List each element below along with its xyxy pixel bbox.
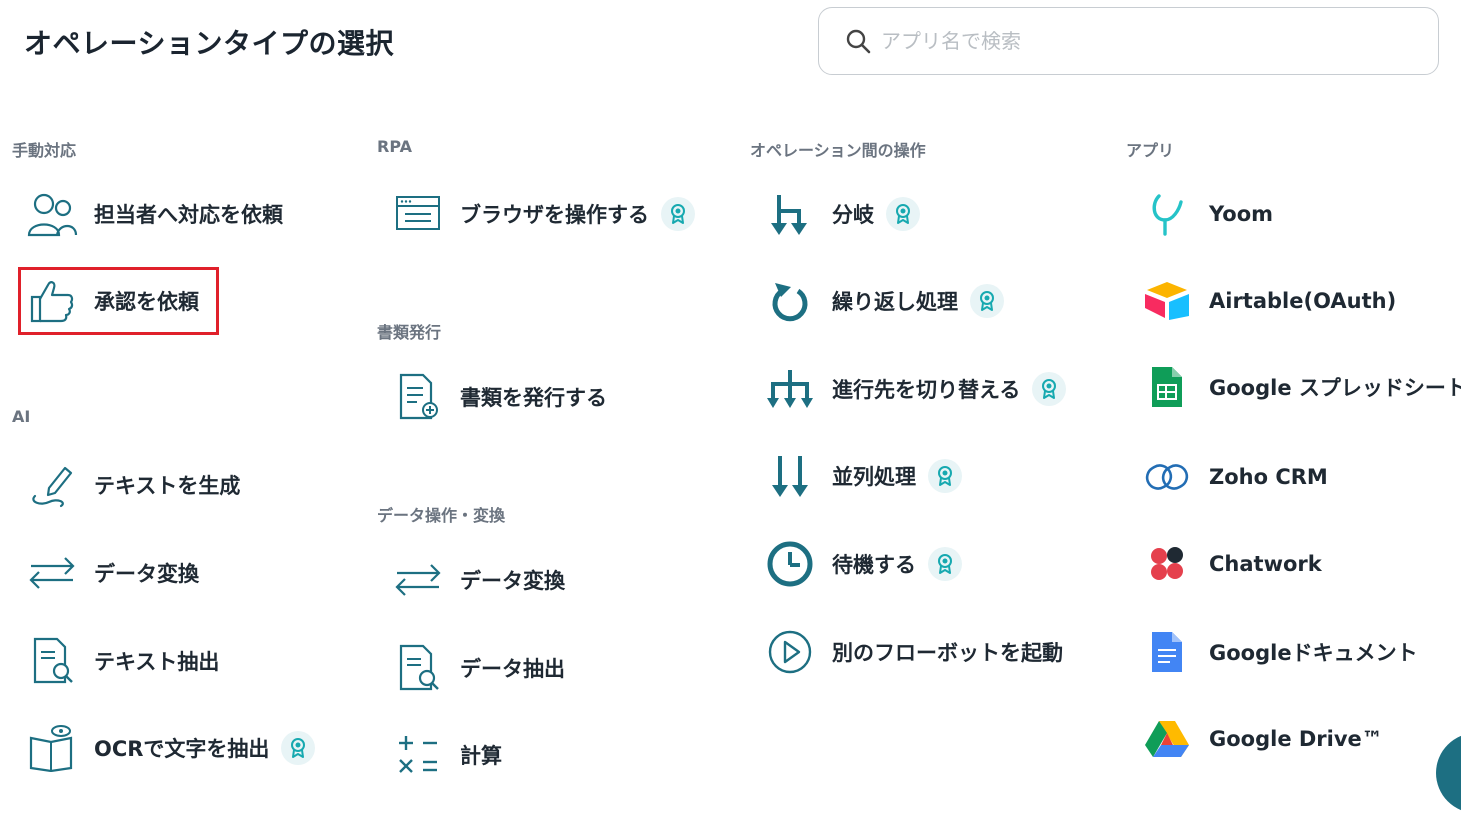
pen-icon	[24, 457, 80, 513]
op-extract-text[interactable]: テキスト抽出	[24, 631, 219, 691]
app-chatwork[interactable]: Chatwork	[1139, 534, 1322, 594]
parallel-arrows-icon	[762, 448, 818, 504]
op-switch-path[interactable]: 進行先を切り替える	[762, 359, 1067, 419]
app-label: Chatwork	[1209, 552, 1322, 576]
page-title: オペレーションタイプの選択	[24, 27, 394, 60]
section-label-between-ops: オペレーション間の操作	[750, 141, 926, 160]
search-box[interactable]	[818, 7, 1439, 75]
op-label: 進行先を切り替える	[832, 378, 1021, 402]
section-label-manual: 手動対応	[12, 141, 77, 160]
app-label: Google スプレッドシート	[1209, 376, 1461, 400]
app-label: Yoom	[1209, 202, 1274, 226]
op-label: 計算	[460, 744, 502, 768]
app-zoho-crm[interactable]: Zoho CRM	[1139, 447, 1328, 507]
app-airtable[interactable]: Airtable(OAuth)	[1139, 271, 1396, 331]
app-google-docs[interactable]: Googleドキュメント	[1139, 622, 1418, 682]
section-label-ai: AI	[12, 407, 31, 426]
op-label: 書類を発行する	[460, 386, 607, 410]
section-label-apps: アプリ	[1126, 141, 1175, 160]
op-label: 担当者へ対応を依頼	[94, 203, 283, 227]
search-input[interactable]	[879, 28, 1423, 54]
premium-badge-icon	[281, 731, 316, 765]
premium-badge-icon	[970, 284, 1004, 318]
app-google-drive[interactable]: Google Drive™	[1139, 709, 1383, 769]
op-ocr[interactable]: OCRで文字を抽出	[24, 718, 316, 778]
clock-icon	[762, 536, 818, 592]
swap-arrows-icon	[24, 545, 80, 601]
google-sheets-logo-icon	[1139, 359, 1195, 415]
premium-badge-icon	[886, 197, 920, 231]
op-label: テキストを生成	[94, 474, 241, 498]
book-eye-icon	[24, 720, 80, 776]
op-label: 待機する	[832, 553, 916, 577]
multi-branch-icon	[762, 361, 818, 417]
premium-badge-icon	[661, 197, 695, 231]
doc-search-icon	[24, 633, 80, 689]
op-start-flowbot[interactable]: 別のフローボットを起動	[762, 622, 1063, 682]
doc-add-icon	[390, 369, 446, 425]
thumbs-up-icon	[24, 273, 80, 329]
chat-support-button[interactable]	[1436, 733, 1461, 813]
op-calculate[interactable]: 計算	[390, 725, 502, 785]
app-label: Zoho CRM	[1209, 465, 1328, 489]
zoho-crm-logo-icon	[1139, 449, 1195, 505]
doc-search-icon	[390, 640, 446, 696]
users-icon	[24, 186, 80, 242]
op-branch[interactable]: 分岐	[762, 184, 920, 244]
premium-badge-icon	[928, 547, 962, 581]
premium-badge-icon	[928, 459, 962, 493]
op-data-convert[interactable]: データ変換	[390, 550, 565, 610]
op-generate-text[interactable]: テキストを生成	[24, 455, 240, 515]
google-docs-logo-icon	[1139, 624, 1195, 680]
op-loop[interactable]: 繰り返し処理	[762, 271, 1004, 331]
branch-icon	[762, 186, 818, 242]
op-label: 承認を依頼	[94, 290, 199, 314]
browser-window-icon	[390, 186, 446, 242]
op-label: 別のフローボットを起動	[832, 641, 1063, 665]
premium-badge-icon	[1032, 372, 1067, 406]
op-request-task[interactable]: 担当者へ対応を依頼	[24, 184, 283, 244]
section-label-docs: 書類発行	[377, 323, 442, 342]
op-data-extract[interactable]: データ抽出	[390, 638, 565, 698]
app-label: Google Drive™	[1209, 727, 1383, 751]
loop-icon	[762, 273, 818, 329]
op-label: 繰り返し処理	[832, 290, 958, 314]
op-issue-document[interactable]: 書類を発行する	[390, 367, 607, 427]
op-parallel[interactable]: 並列処理	[762, 446, 962, 506]
play-circle-icon	[762, 624, 818, 680]
search-icon	[846, 29, 871, 54]
op-browser[interactable]: ブラウザを操作する	[390, 184, 695, 244]
op-wait[interactable]: 待機する	[762, 534, 962, 594]
op-label: データ変換	[460, 569, 565, 593]
app-label: Airtable(OAuth)	[1209, 289, 1397, 313]
section-label-rpa: RPA	[377, 137, 412, 156]
swap-arrows-icon	[390, 552, 446, 608]
op-label: データ抽出	[460, 657, 565, 681]
chatwork-logo-icon	[1139, 536, 1195, 592]
app-yoom[interactable]: Yoom	[1139, 184, 1273, 244]
op-label: ブラウザを操作する	[460, 203, 649, 227]
op-request-approval[interactable]: 承認を依頼	[24, 271, 199, 331]
google-drive-logo-icon	[1139, 711, 1195, 767]
calculator-symbols-icon	[390, 727, 446, 783]
op-label: 並列処理	[832, 465, 916, 489]
yoom-logo-icon	[1139, 186, 1195, 242]
app-label: Googleドキュメント	[1209, 641, 1418, 665]
op-label: OCRで文字を抽出	[94, 737, 270, 761]
op-label: テキスト抽出	[94, 650, 220, 674]
op-label: 分岐	[832, 203, 874, 227]
op-label: データ変換	[94, 562, 199, 586]
app-google-sheets[interactable]: Google スプレッドシート	[1139, 357, 1461, 417]
airtable-logo-icon	[1139, 273, 1195, 329]
op-ai-data-convert[interactable]: データ変換	[24, 543, 199, 603]
section-label-data-ops: データ操作・変換	[377, 506, 506, 525]
